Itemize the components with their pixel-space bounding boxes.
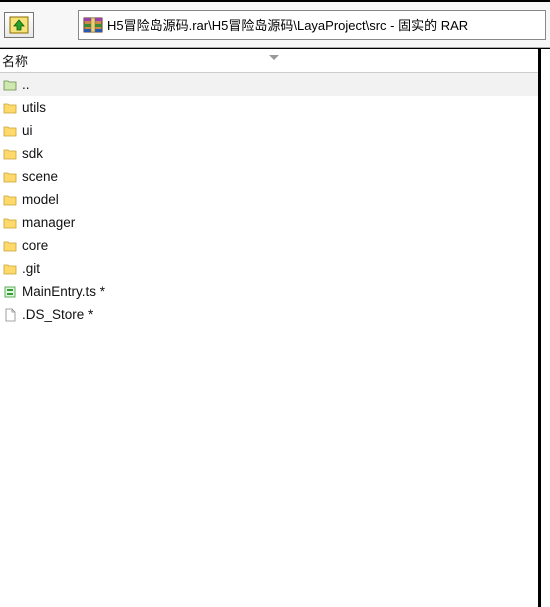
list-item-up[interactable]: .. bbox=[0, 73, 538, 96]
list-item-folder[interactable]: scene bbox=[0, 165, 538, 188]
up-arrow-icon bbox=[9, 16, 29, 34]
list-item-folder[interactable]: sdk bbox=[0, 142, 538, 165]
column-header-label: 名称 bbox=[2, 51, 28, 70]
sort-caret-icon bbox=[269, 55, 279, 60]
item-label: manager bbox=[22, 215, 75, 230]
up-directory-button[interactable] bbox=[4, 12, 34, 38]
list-item-file[interactable]: MainEntry.ts * bbox=[0, 280, 538, 303]
item-label: .. bbox=[22, 77, 30, 92]
file-icon bbox=[2, 307, 18, 323]
item-label: sdk bbox=[22, 146, 43, 161]
list-item-folder[interactable]: model bbox=[0, 188, 538, 211]
item-label: core bbox=[22, 238, 48, 253]
parent-folder-icon bbox=[2, 77, 18, 93]
folder-icon bbox=[2, 261, 18, 277]
item-label: model bbox=[22, 192, 59, 207]
toolbar: H5冒险岛源码.rar\H5冒险岛源码\LayaProject\src - 固实… bbox=[0, 0, 550, 48]
folder-icon bbox=[2, 215, 18, 231]
list-item-folder[interactable]: utils bbox=[0, 96, 538, 119]
item-label: scene bbox=[22, 169, 58, 184]
item-label: .git bbox=[22, 261, 40, 276]
item-label: MainEntry.ts * bbox=[22, 284, 105, 299]
side-strip bbox=[540, 49, 548, 607]
folder-icon bbox=[2, 169, 18, 185]
folder-icon bbox=[2, 192, 18, 208]
ts-file-icon bbox=[2, 284, 18, 300]
list-item-folder[interactable]: core bbox=[0, 234, 538, 257]
address-path: H5冒险岛源码.rar\H5冒险岛源码\LayaProject\src - 固实… bbox=[107, 15, 468, 34]
folder-icon bbox=[2, 146, 18, 162]
rar-archive-icon bbox=[83, 16, 103, 34]
folder-icon bbox=[2, 100, 18, 116]
list-item-file[interactable]: .DS_Store * bbox=[0, 303, 538, 326]
file-list-pane: 名称 .. utils ui sdk scene model manager c… bbox=[0, 49, 540, 607]
item-label: utils bbox=[22, 100, 46, 115]
file-list[interactable]: .. utils ui sdk scene model manager core… bbox=[0, 73, 538, 607]
item-label: ui bbox=[22, 123, 33, 138]
column-header-name[interactable]: 名称 bbox=[0, 49, 538, 73]
list-item-folder[interactable]: ui bbox=[0, 119, 538, 142]
folder-icon bbox=[2, 123, 18, 139]
address-bar[interactable]: H5冒险岛源码.rar\H5冒险岛源码\LayaProject\src - 固实… bbox=[78, 10, 546, 40]
main-area: 名称 .. utils ui sdk scene model manager c… bbox=[0, 48, 550, 607]
list-item-folder[interactable]: manager bbox=[0, 211, 538, 234]
folder-icon bbox=[2, 238, 18, 254]
item-label: .DS_Store * bbox=[22, 307, 93, 322]
list-item-folder[interactable]: .git bbox=[0, 257, 538, 280]
